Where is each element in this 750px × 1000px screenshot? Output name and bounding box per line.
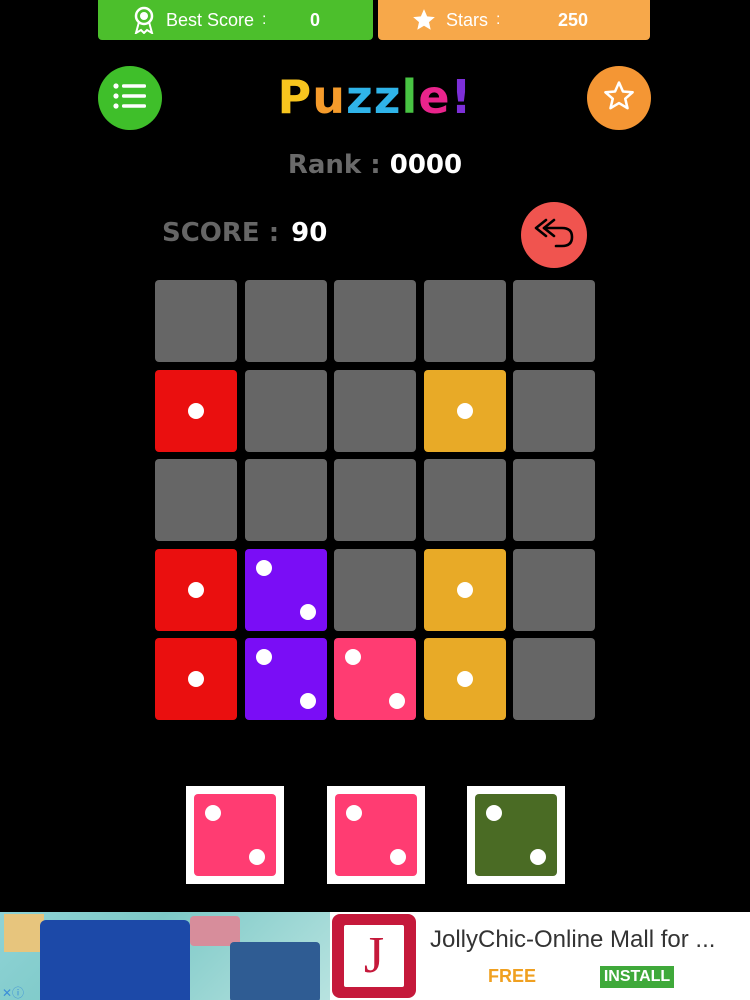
best-score-label: Best Score — [166, 9, 255, 30]
board-cell-empty[interactable] — [155, 280, 237, 362]
tray-die — [475, 794, 557, 876]
board-cell-empty[interactable] — [334, 548, 416, 631]
board-cell-die[interactable] — [423, 638, 506, 720]
die-pip — [389, 693, 405, 709]
tray-piece[interactable] — [186, 786, 284, 884]
star-outline-icon — [602, 79, 636, 117]
title-letter: l — [401, 70, 419, 124]
die-pip — [456, 671, 473, 687]
board-cell-empty[interactable] — [513, 548, 595, 631]
die-pip — [255, 559, 272, 576]
board-cell-die[interactable] — [423, 548, 506, 631]
die-pip — [188, 671, 204, 687]
board-cell-empty[interactable] — [513, 459, 595, 541]
die-pip — [390, 849, 406, 865]
board-cell-die[interactable] — [244, 548, 327, 631]
board-cell-empty[interactable] — [334, 369, 416, 452]
die-pip — [456, 402, 473, 419]
die-pip — [299, 603, 316, 620]
ad-app-logo[interactable]: J — [332, 914, 416, 998]
die-pip — [299, 693, 316, 709]
die-pip — [456, 581, 473, 598]
die-pip — [345, 649, 361, 665]
board-cell-empty[interactable] — [513, 638, 595, 720]
ad-image-tile — [4, 914, 44, 952]
board-cell-empty[interactable] — [513, 369, 595, 452]
rank-display: Rank : 0000 — [0, 150, 750, 180]
board-cell-die[interactable] — [155, 638, 237, 720]
game-screen: Best Score : 0 Stars : 250 Puzzle! Rank … — [0, 0, 750, 1000]
die-pip — [346, 805, 362, 821]
board-cell-empty[interactable] — [513, 280, 595, 362]
tray-die — [335, 794, 417, 876]
title-letter: P — [277, 70, 313, 124]
medal-icon — [130, 6, 158, 34]
ad-title[interactable]: JollyChic-Online Mall for ... — [430, 926, 715, 954]
stars-value: 250 — [558, 9, 589, 30]
tray-piece[interactable] — [467, 786, 565, 884]
undo-double-arrow-icon — [532, 216, 576, 254]
score-value: 90 — [291, 218, 328, 248]
tray-piece[interactable] — [327, 786, 425, 884]
die-pip — [188, 402, 204, 419]
stars-separator: : — [496, 11, 501, 28]
board-cell-die[interactable] — [423, 369, 506, 452]
title-letter: e — [418, 70, 451, 124]
ad-logo-letter: J — [344, 925, 404, 987]
board-cell-empty[interactable] — [244, 280, 327, 362]
board-cell-die[interactable] — [244, 638, 327, 720]
board-cell-empty[interactable] — [334, 459, 416, 541]
best-score-value: 0 — [310, 9, 321, 30]
board-cell-empty[interactable] — [155, 459, 237, 541]
score-display: SCORE : 90 — [162, 218, 327, 248]
die-pip — [188, 581, 204, 598]
title-letter: u — [312, 70, 346, 124]
best-score-separator: : — [262, 11, 267, 28]
board-cell-empty[interactable] — [244, 459, 327, 541]
best-score-bar: Best Score : 0 — [98, 0, 373, 40]
favorite-button[interactable] — [587, 66, 651, 130]
die-pip — [249, 849, 265, 865]
title-letter: z — [345, 70, 374, 124]
die-pip — [486, 805, 502, 821]
score-label: SCORE : — [162, 218, 280, 248]
board-cell-die[interactable] — [155, 548, 237, 631]
rank-value: 0000 — [389, 150, 463, 180]
stars-bar: Stars : 250 — [378, 0, 650, 40]
board-cell-empty[interactable] — [423, 280, 506, 362]
tray-die — [194, 794, 276, 876]
rank-label: Rank : — [287, 150, 381, 180]
title-letter: z — [373, 70, 402, 124]
stars-label: Stars — [446, 9, 489, 30]
board-cell-empty[interactable] — [423, 459, 506, 541]
die-pip — [530, 849, 546, 865]
ad-install-button[interactable]: INSTALL — [600, 966, 674, 988]
board-cell-empty[interactable] — [244, 369, 327, 452]
title-letter: ! — [450, 70, 473, 124]
board-cell-die[interactable] — [334, 638, 416, 720]
star-icon — [410, 6, 438, 34]
board-cell-empty[interactable] — [334, 280, 416, 362]
undo-button[interactable] — [521, 202, 587, 268]
game-board — [155, 280, 595, 720]
ad-close-icon[interactable]: ✕ⓘ — [2, 984, 24, 1000]
ad-image-jeans — [230, 942, 320, 1000]
ad-image-shirt — [40, 920, 190, 1000]
die-pip — [205, 805, 221, 821]
board-cell-die[interactable] — [155, 369, 237, 452]
ad-image[interactable]: ✕ⓘ — [0, 912, 330, 1000]
die-pip — [255, 649, 272, 665]
ad-free-label: FREE — [488, 966, 537, 986]
